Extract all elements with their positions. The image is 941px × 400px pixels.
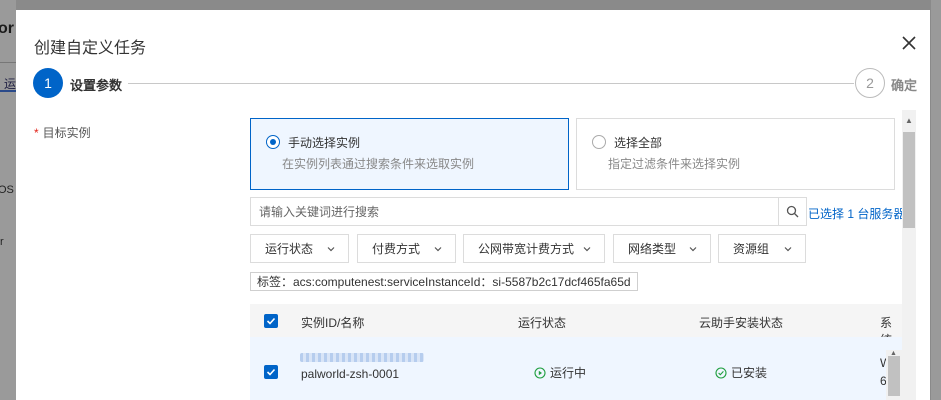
- filter-payment-type[interactable]: 付费方式: [357, 234, 456, 263]
- dialog-title: 创建自定义任务: [34, 40, 147, 57]
- play-circle-icon: [534, 366, 546, 379]
- table-scrollbar[interactable]: ▲: [886, 350, 902, 400]
- column-header-assistant[interactable]: 云助手安装状态: [699, 314, 783, 331]
- dialog-scrollbar-thumb[interactable]: [903, 132, 915, 228]
- option-select-all[interactable]: 选择全部 指定过滤条件来选择实例: [576, 118, 895, 190]
- column-header-instance[interactable]: 实例ID/名称: [301, 314, 364, 331]
- table-row[interactable]: palworld-zsh-0001 运行中 已安装 W 6: [250, 337, 902, 400]
- check-circle-icon: [715, 366, 727, 379]
- chevron-down-icon: [434, 247, 442, 252]
- chevron-down-icon: [784, 247, 792, 252]
- create-task-dialog: 创建自定义任务 1 设置参数 2 确定 * 目标实例 手动选择实例 在实例列表通过…: [16, 10, 930, 400]
- radio-manual-select[interactable]: [266, 135, 280, 149]
- step-2-label: 确定: [891, 78, 918, 93]
- step-1-label: 设置参数: [70, 78, 123, 93]
- table-scrollbar-thumb[interactable]: [888, 356, 900, 396]
- instance-id-redacted: [300, 353, 424, 362]
- filter-bandwidth-billing[interactable]: 公网带宽计费方式: [463, 234, 605, 263]
- check-icon: [266, 317, 276, 325]
- backdrop-text: or: [0, 20, 14, 37]
- backdrop-text: OS: [0, 184, 14, 196]
- radio-select-all[interactable]: [592, 135, 606, 149]
- backdrop-left-strip: or 运 OS r: [0, 0, 16, 400]
- required-mark: *: [34, 126, 39, 140]
- backdrop-right-strip: [931, 0, 941, 400]
- column-header-status[interactable]: 运行状态: [518, 314, 566, 331]
- option-manual-select[interactable]: 手动选择实例 在实例列表通过搜索条件来选取实例: [250, 118, 569, 190]
- instance-name: palworld-zsh-0001: [301, 367, 400, 381]
- dialog-scrollbar[interactable]: ▲: [902, 110, 916, 400]
- chevron-down-icon: [689, 247, 697, 252]
- row-checkbox[interactable]: [264, 365, 278, 379]
- assistant-status: 已安装: [715, 364, 767, 381]
- search-input[interactable]: [251, 198, 778, 225]
- table-header: 实例ID/名称 运行状态 云助手安装状态 系统: [250, 304, 902, 347]
- search-button[interactable]: [778, 198, 806, 225]
- check-icon: [266, 368, 276, 376]
- filter-resource-group[interactable]: 资源组: [718, 234, 806, 263]
- search-box: [250, 197, 807, 226]
- filter-run-status[interactable]: 运行状态: [250, 234, 349, 263]
- scroll-up-arrow[interactable]: ▲: [905, 116, 913, 125]
- step-1-indicator: 1: [33, 68, 63, 98]
- selected-servers-link[interactable]: 已选择 1 台服务器: [808, 205, 905, 222]
- select-all-checkbox[interactable]: [264, 314, 278, 328]
- option-title: 手动选择实例: [288, 136, 361, 150]
- step-connector: [128, 83, 854, 84]
- option-desc: 在实例列表通过搜索条件来选取实例: [282, 157, 475, 171]
- search-icon[interactable]: [786, 205, 799, 218]
- filter-network-type[interactable]: 网络类型: [613, 234, 711, 263]
- run-status: 运行中: [534, 364, 586, 381]
- filter-tag[interactable]: 标签：acs:computenest:serviceInstanceId：si-…: [250, 272, 638, 291]
- chevron-down-icon: [583, 247, 591, 252]
- option-desc: 指定过滤条件来选择实例: [608, 157, 741, 171]
- option-title: 选择全部: [614, 136, 663, 150]
- close-icon[interactable]: [900, 34, 918, 52]
- target-instance-label: * 目标实例: [34, 126, 91, 140]
- step-2-indicator: 2: [855, 68, 885, 98]
- chevron-down-icon: [327, 247, 335, 252]
- close-button[interactable]: [900, 34, 918, 52]
- backdrop-text: r: [0, 236, 4, 248]
